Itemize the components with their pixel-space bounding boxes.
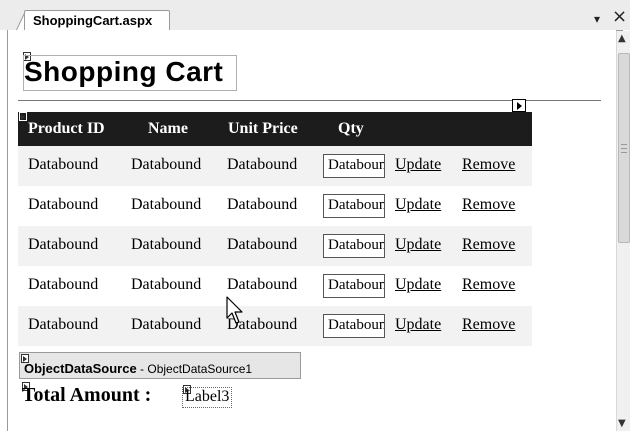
column-header-product-id: Product ID <box>28 120 105 137</box>
cell-name: Databound <box>131 236 202 253</box>
qty-textbox[interactable]: Databound <box>323 314 385 338</box>
close-icon[interactable]: × <box>612 6 627 27</box>
grip-icon <box>621 144 627 153</box>
update-link[interactable]: Update <box>395 236 441 254</box>
remove-link[interactable]: Remove <box>462 316 515 334</box>
page-heading: Shopping Cart <box>24 56 224 87</box>
control-glyph-icon <box>21 354 29 363</box>
cell-name: Databound <box>131 276 202 293</box>
remove-link[interactable]: Remove <box>462 156 515 174</box>
cell-product-id: Databound <box>28 276 99 293</box>
column-header-name: Name <box>148 120 188 137</box>
dropdown-arrow-icon[interactable]: ▾ <box>594 12 600 26</box>
qty-textbox[interactable]: Databound <box>323 234 385 258</box>
cell-product-id: Databound <box>28 316 99 333</box>
vertical-scrollbar[interactable]: ▲ ▼ <box>616 31 630 431</box>
table-row: Databound Databound Databound Databound … <box>18 146 532 186</box>
cell-name: Databound <box>131 156 202 173</box>
document-tab-strip: ShoppingCart.aspx ▾ × <box>0 0 630 31</box>
cell-unit-price: Databound <box>227 196 298 213</box>
datasource-instance-name: ObjectDataSource1 <box>147 362 253 376</box>
objectdatasource-control[interactable]: ObjectDataSource - ObjectDataSource1 <box>19 352 301 379</box>
qty-textbox[interactable]: Databound <box>323 194 385 218</box>
table-row: Databound Databound Databound Databound … <box>18 266 532 306</box>
remove-link[interactable]: Remove <box>462 236 515 254</box>
grid-header-row[interactable]: Product ID Name Unit Price Qty <box>18 112 532 146</box>
cell-unit-price: Databound <box>227 236 298 253</box>
scroll-down-arrow-icon[interactable]: ▼ <box>618 418 626 429</box>
update-link[interactable]: Update <box>395 156 441 174</box>
scroll-up-arrow-icon[interactable]: ▲ <box>618 33 626 44</box>
update-link[interactable]: Update <box>395 316 441 334</box>
column-header-qty: Qty <box>338 120 364 137</box>
mouse-cursor-icon <box>226 296 243 324</box>
update-link[interactable]: Update <box>395 276 441 294</box>
tab-title: ShoppingCart.aspx <box>33 13 153 28</box>
datasource-type-label: ObjectDataSource <box>24 361 137 376</box>
column-header-unit-price: Unit Price <box>228 120 298 137</box>
remove-link[interactable]: Remove <box>462 196 515 214</box>
cell-product-id: Databound <box>28 156 99 173</box>
label3-control[interactable]: Label3 <box>182 387 233 408</box>
total-amount-label: Total Amount : <box>22 384 152 406</box>
tab-shoppingcart-aspx[interactable]: ShoppingCart.aspx <box>24 10 170 30</box>
table-row: Databound Databound Databound Databound … <box>18 186 532 226</box>
control-glyph-icon <box>19 112 27 121</box>
cell-name: Databound <box>131 196 202 213</box>
update-link[interactable]: Update <box>395 196 441 214</box>
table-row: Databound Databound Databound Databound … <box>18 306 532 346</box>
cell-product-id: Databound <box>28 236 99 253</box>
qty-textbox[interactable]: Databound <box>323 274 385 298</box>
cell-unit-price: Databound <box>227 156 298 173</box>
remove-link[interactable]: Remove <box>462 276 515 294</box>
cell-name: Databound <box>131 316 202 333</box>
datasource-separator: - <box>136 362 148 376</box>
cell-product-id: Databound <box>28 196 99 213</box>
smart-tag-icon[interactable] <box>512 99 526 112</box>
cell-unit-price: Databound <box>227 276 298 293</box>
qty-textbox[interactable]: Databound <box>323 154 385 178</box>
scroll-thumb[interactable] <box>618 53 630 243</box>
table-row: Databound Databound Databound Databound … <box>18 226 532 266</box>
